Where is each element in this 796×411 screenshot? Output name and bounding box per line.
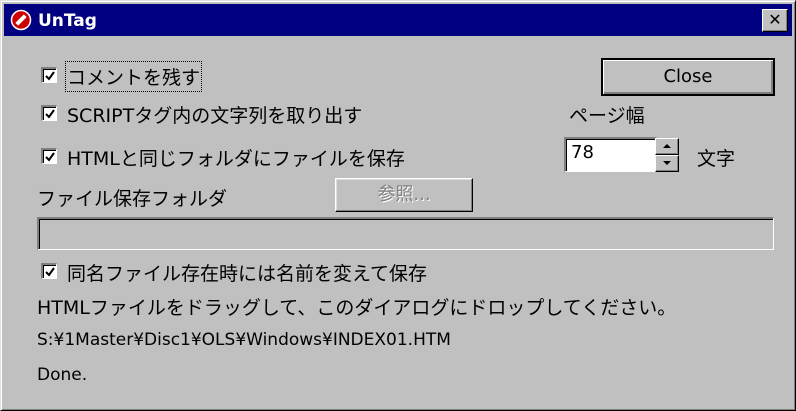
extract-script-label[interactable]: SCRIPTタグ内の文字列を取り出す [67, 101, 362, 128]
close-button[interactable]: Close [601, 58, 775, 96]
checkmark-icon [45, 109, 55, 119]
untag-dialog: UnTag ✕ コメントを残す Close SCRIPTタグ内の文字列を取り出す… [0, 0, 796, 411]
close-button-label: Close [663, 66, 713, 87]
checkmark-icon [45, 71, 55, 81]
no-entry-icon [10, 9, 32, 31]
keep-comments-checkbox[interactable] [41, 67, 57, 83]
rename-if-exists-label[interactable]: 同名ファイル存在時には名前を変えて保存 [67, 259, 427, 286]
instructions-text: HTMLファイルをドラッグして、このダイアログにドロップしてください。 [37, 297, 677, 319]
close-window-button[interactable]: ✕ [762, 9, 788, 32]
file-path-text: S:¥1Master¥Disc1¥OLS¥Windows¥INDEX01.HTM [37, 330, 451, 350]
title-bar[interactable]: UnTag ✕ [4, 4, 792, 36]
rename-if-exists-checkbox[interactable] [41, 263, 57, 279]
close-icon: ✕ [768, 10, 782, 29]
window-title: UnTag [38, 11, 97, 31]
arrow-up-icon [663, 144, 671, 148]
arrow-down-icon [663, 161, 671, 165]
save-same-folder-checkbox[interactable] [41, 148, 57, 164]
spin-up-button[interactable] [655, 138, 679, 155]
browse-button[interactable]: 参照... [335, 178, 473, 212]
save-folder-label: ファイル保存フォルダ [37, 188, 228, 210]
save-same-folder-label[interactable]: HTMLと同じフォルダにファイルを保存 [67, 144, 405, 171]
extract-script-checkbox[interactable] [41, 105, 57, 121]
spin-down-button[interactable] [655, 155, 679, 172]
page-width-unit: 文字 [697, 148, 736, 170]
page-width-label: ページ幅 [569, 105, 645, 127]
page-width-input[interactable]: 78 [564, 137, 657, 172]
browse-button-label: 参照... [377, 184, 431, 205]
save-folder-field[interactable] [37, 217, 774, 250]
checkmark-icon [45, 152, 55, 162]
keep-comments-label[interactable]: コメントを残す [64, 61, 203, 92]
page-width-value[interactable]: 78 [571, 142, 594, 163]
checkmark-icon [45, 267, 55, 277]
status-text: Done. [37, 365, 88, 385]
